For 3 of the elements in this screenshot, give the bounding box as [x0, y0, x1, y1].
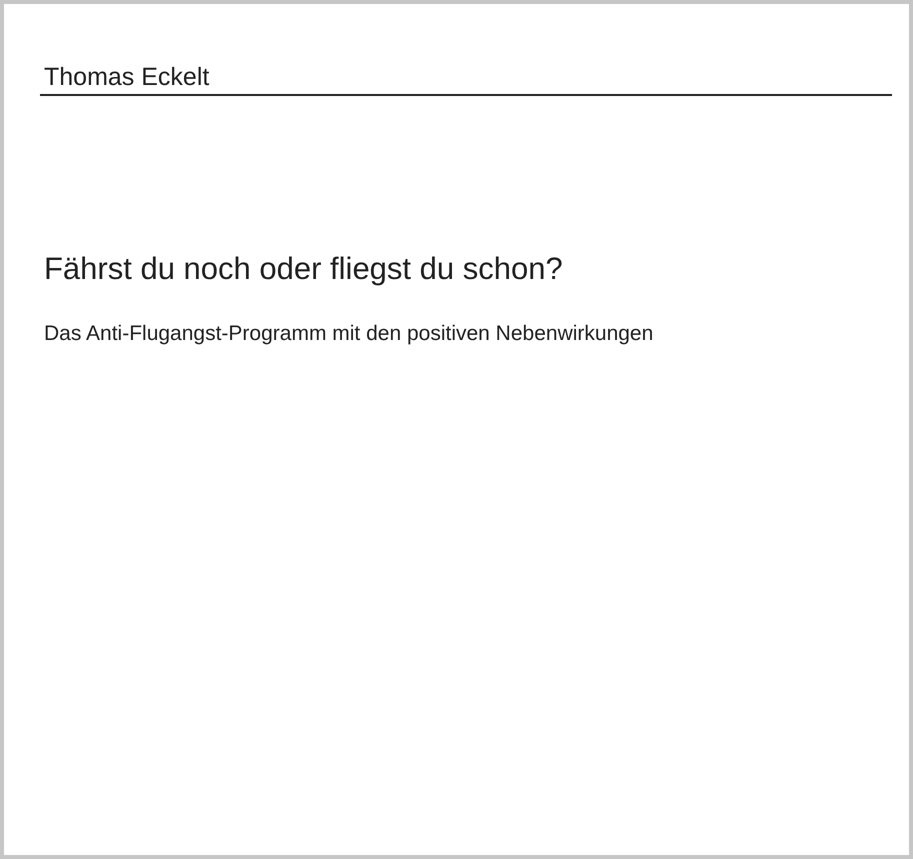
book-title: Fährst du noch oder fliegst du schon?	[44, 251, 564, 287]
author-name: Thomas Eckelt	[40, 62, 892, 96]
book-subtitle: Das Anti-Flugangst-Programm mit den positiven Nebenwirkungen	[44, 321, 654, 347]
